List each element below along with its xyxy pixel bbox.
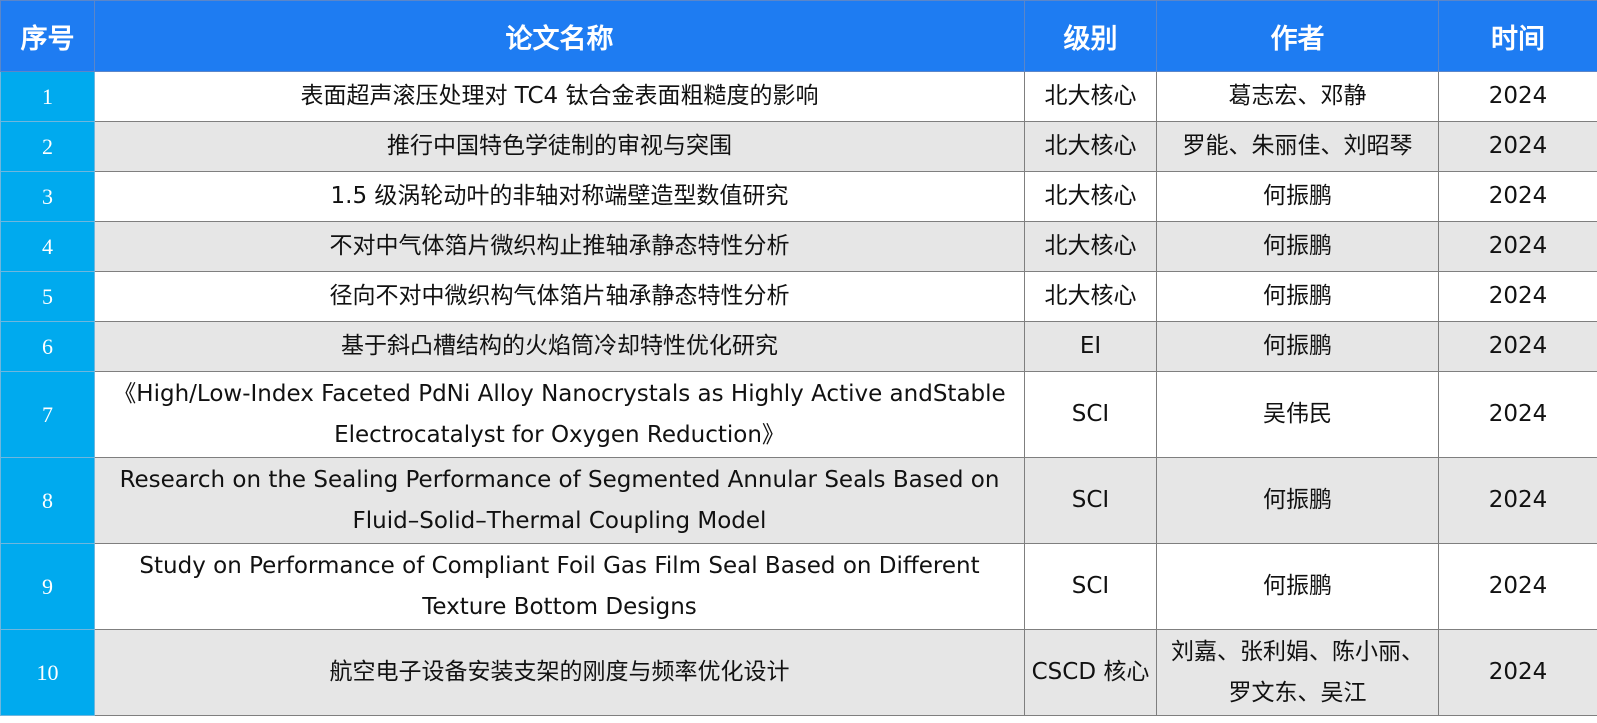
table-row: 1 表面超声滚压处理对 TC4 钛合金表面粗糙度的影响 北大核心 葛志宏、邓静 … xyxy=(0,71,1597,122)
row-level: 北大核心 xyxy=(1024,71,1157,122)
row-no: 6 xyxy=(0,321,95,372)
row-year: 2024 xyxy=(1438,121,1597,172)
table-row: 5 径向不对中微织构气体箔片轴承静态特性分析 北大核心 何振鹏 2024 xyxy=(0,271,1597,322)
table-row: 6 基于斜凸槽结构的火焰筒冷却特性优化研究 EI 何振鹏 2024 xyxy=(0,321,1597,372)
row-title: Research on the Sealing Performance of S… xyxy=(94,457,1025,544)
row-level: SCI xyxy=(1024,371,1157,458)
row-no: 4 xyxy=(0,221,95,272)
row-author: 葛志宏、邓静 xyxy=(1156,71,1439,122)
row-level: 北大核心 xyxy=(1024,271,1157,322)
row-level: SCI xyxy=(1024,457,1157,544)
row-level: 北大核心 xyxy=(1024,221,1157,272)
row-year: 2024 xyxy=(1438,221,1597,272)
header-year: 时间 xyxy=(1438,0,1597,72)
header-title: 论文名称 xyxy=(94,0,1025,72)
row-author: 何振鹏 xyxy=(1156,457,1439,544)
row-title: 航空电子设备安装支架的刚度与频率优化设计 xyxy=(94,629,1025,716)
row-level: CSCD 核心 xyxy=(1024,629,1157,716)
row-author: 吴伟民 xyxy=(1156,371,1439,458)
row-author: 何振鹏 xyxy=(1156,171,1439,222)
row-year: 2024 xyxy=(1438,321,1597,372)
table-row: 3 1.5 级涡轮动叶的非轴对称端壁造型数值研究 北大核心 何振鹏 2024 xyxy=(0,171,1597,222)
row-year: 2024 xyxy=(1438,543,1597,630)
table-row: 9 Study on Performance of Compliant Foil… xyxy=(0,543,1597,630)
row-author: 何振鹏 xyxy=(1156,271,1439,322)
row-level: EI xyxy=(1024,321,1157,372)
header-level: 级别 xyxy=(1024,0,1157,72)
row-no: 7 xyxy=(0,371,95,458)
row-author: 何振鹏 xyxy=(1156,321,1439,372)
table-row: 8 Research on the Sealing Performance of… xyxy=(0,457,1597,544)
row-title: 1.5 级涡轮动叶的非轴对称端壁造型数值研究 xyxy=(94,171,1025,222)
row-year: 2024 xyxy=(1438,629,1597,716)
table-row: 2 推行中国特色学徒制的审视与突围 北大核心 罗能、朱丽佳、刘昭琴 2024 xyxy=(0,121,1597,172)
table-row: 10 航空电子设备安装支架的刚度与频率优化设计 CSCD 核心 刘嘉、张利娟、陈… xyxy=(0,629,1597,716)
row-title: Study on Performance of Compliant Foil G… xyxy=(94,543,1025,630)
row-author: 何振鹏 xyxy=(1156,543,1439,630)
header-no: 序号 xyxy=(0,0,95,72)
row-author: 刘嘉、张利娟、陈小丽、罗文东、吴江 xyxy=(1156,629,1439,716)
row-level: 北大核心 xyxy=(1024,121,1157,172)
row-year: 2024 xyxy=(1438,371,1597,458)
row-level: SCI xyxy=(1024,543,1157,630)
table-row: 4 不对中气体箔片微织构止推轴承静态特性分析 北大核心 何振鹏 2024 xyxy=(0,221,1597,272)
row-author: 何振鹏 xyxy=(1156,221,1439,272)
row-title: 《High/Low-Index Faceted PdNi Alloy Nanoc… xyxy=(94,371,1025,458)
row-no: 5 xyxy=(0,271,95,322)
row-title: 基于斜凸槽结构的火焰筒冷却特性优化研究 xyxy=(94,321,1025,372)
row-no: 3 xyxy=(0,171,95,222)
row-no: 9 xyxy=(0,543,95,630)
paper-table: 序号 论文名称 级别 作者 时间 1 表面超声滚压处理对 TC4 钛合金表面粗糙… xyxy=(0,0,1597,716)
row-year: 2024 xyxy=(1438,271,1597,322)
row-no: 1 xyxy=(0,71,95,122)
row-year: 2024 xyxy=(1438,71,1597,122)
row-title: 不对中气体箔片微织构止推轴承静态特性分析 xyxy=(94,221,1025,272)
row-no: 8 xyxy=(0,457,95,544)
table-row: 7 《High/Low-Index Faceted PdNi Alloy Nan… xyxy=(0,371,1597,458)
row-title: 表面超声滚压处理对 TC4 钛合金表面粗糙度的影响 xyxy=(94,71,1025,122)
row-level: 北大核心 xyxy=(1024,171,1157,222)
header-author: 作者 xyxy=(1156,0,1439,72)
row-title: 径向不对中微织构气体箔片轴承静态特性分析 xyxy=(94,271,1025,322)
row-no: 2 xyxy=(0,121,95,172)
row-year: 2024 xyxy=(1438,457,1597,544)
header-row: 序号 论文名称 级别 作者 时间 xyxy=(0,0,1597,72)
row-no: 10 xyxy=(0,629,95,716)
row-title: 推行中国特色学徒制的审视与突围 xyxy=(94,121,1025,172)
row-year: 2024 xyxy=(1438,171,1597,222)
row-author: 罗能、朱丽佳、刘昭琴 xyxy=(1156,121,1439,172)
